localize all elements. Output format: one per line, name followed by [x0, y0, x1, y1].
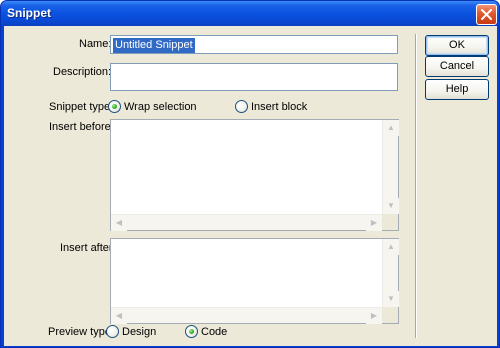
arrow-up-icon[interactable]: ▲ — [383, 239, 399, 255]
insert-after-textarea[interactable]: ▲ ▼ ◀ ▶ — [110, 238, 399, 324]
help-button[interactable]: Help — [425, 79, 489, 100]
arrow-up-icon[interactable]: ▲ — [383, 120, 399, 136]
name-input[interactable]: Untitled Snippet — [110, 35, 398, 54]
insert-before-label: Insert before: — [49, 121, 114, 133]
close-icon — [481, 9, 492, 20]
design-label[interactable]: Design — [122, 326, 156, 338]
insert-before-textarea[interactable]: ▲ ▼ ◀ ▶ — [110, 119, 399, 231]
insert-after-hscroll[interactable]: ◀ ▶ — [111, 307, 382, 324]
description-label: Description: — [53, 66, 112, 78]
code-label[interactable]: Code — [201, 326, 227, 338]
vertical-separator — [415, 34, 417, 338]
wrap-selection-radio[interactable] — [108, 100, 121, 113]
arrow-right-icon[interactable]: ▶ — [366, 308, 382, 324]
cancel-button[interactable]: Cancel — [425, 56, 489, 77]
design-radio[interactable] — [106, 325, 119, 338]
insert-after-label: Insert after: — [60, 242, 116, 254]
title-bar[interactable]: Snippet — [1, 1, 499, 26]
close-button[interactable] — [476, 4, 497, 25]
insert-after-vscroll[interactable]: ▲ ▼ — [382, 239, 399, 307]
ok-button[interactable]: OK — [425, 35, 489, 56]
description-input[interactable] — [110, 63, 398, 91]
arrow-down-icon[interactable]: ▼ — [383, 198, 399, 214]
preview-type-label: Preview type: — [48, 326, 115, 338]
arrow-left-icon[interactable]: ◀ — [111, 308, 127, 324]
insert-before-hscroll[interactable]: ◀ ▶ — [111, 214, 382, 231]
code-radio[interactable] — [185, 325, 198, 338]
insert-block-radio[interactable] — [235, 100, 248, 113]
name-label: Name: — [79, 38, 112, 50]
snippet-type-label: Snippet type: — [49, 101, 114, 113]
scroll-corner — [382, 214, 398, 230]
arrow-down-icon[interactable]: ▼ — [383, 291, 399, 307]
scroll-corner — [382, 307, 398, 323]
window-title: Snippet — [7, 6, 51, 20]
dialog-body: Name: Untitled Snippet Description: Snip… — [4, 26, 497, 346]
wrap-selection-label[interactable]: Wrap selection — [124, 101, 197, 113]
insert-block-label[interactable]: Insert block — [251, 101, 307, 113]
insert-before-vscroll[interactable]: ▲ ▼ — [382, 120, 399, 214]
arrow-left-icon[interactable]: ◀ — [111, 215, 127, 231]
name-input-value: Untitled Snippet — [113, 38, 195, 53]
arrow-right-icon[interactable]: ▶ — [366, 215, 382, 231]
snippet-dialog: Snippet Name: Untitled Snippet Descripti… — [0, 0, 500, 348]
